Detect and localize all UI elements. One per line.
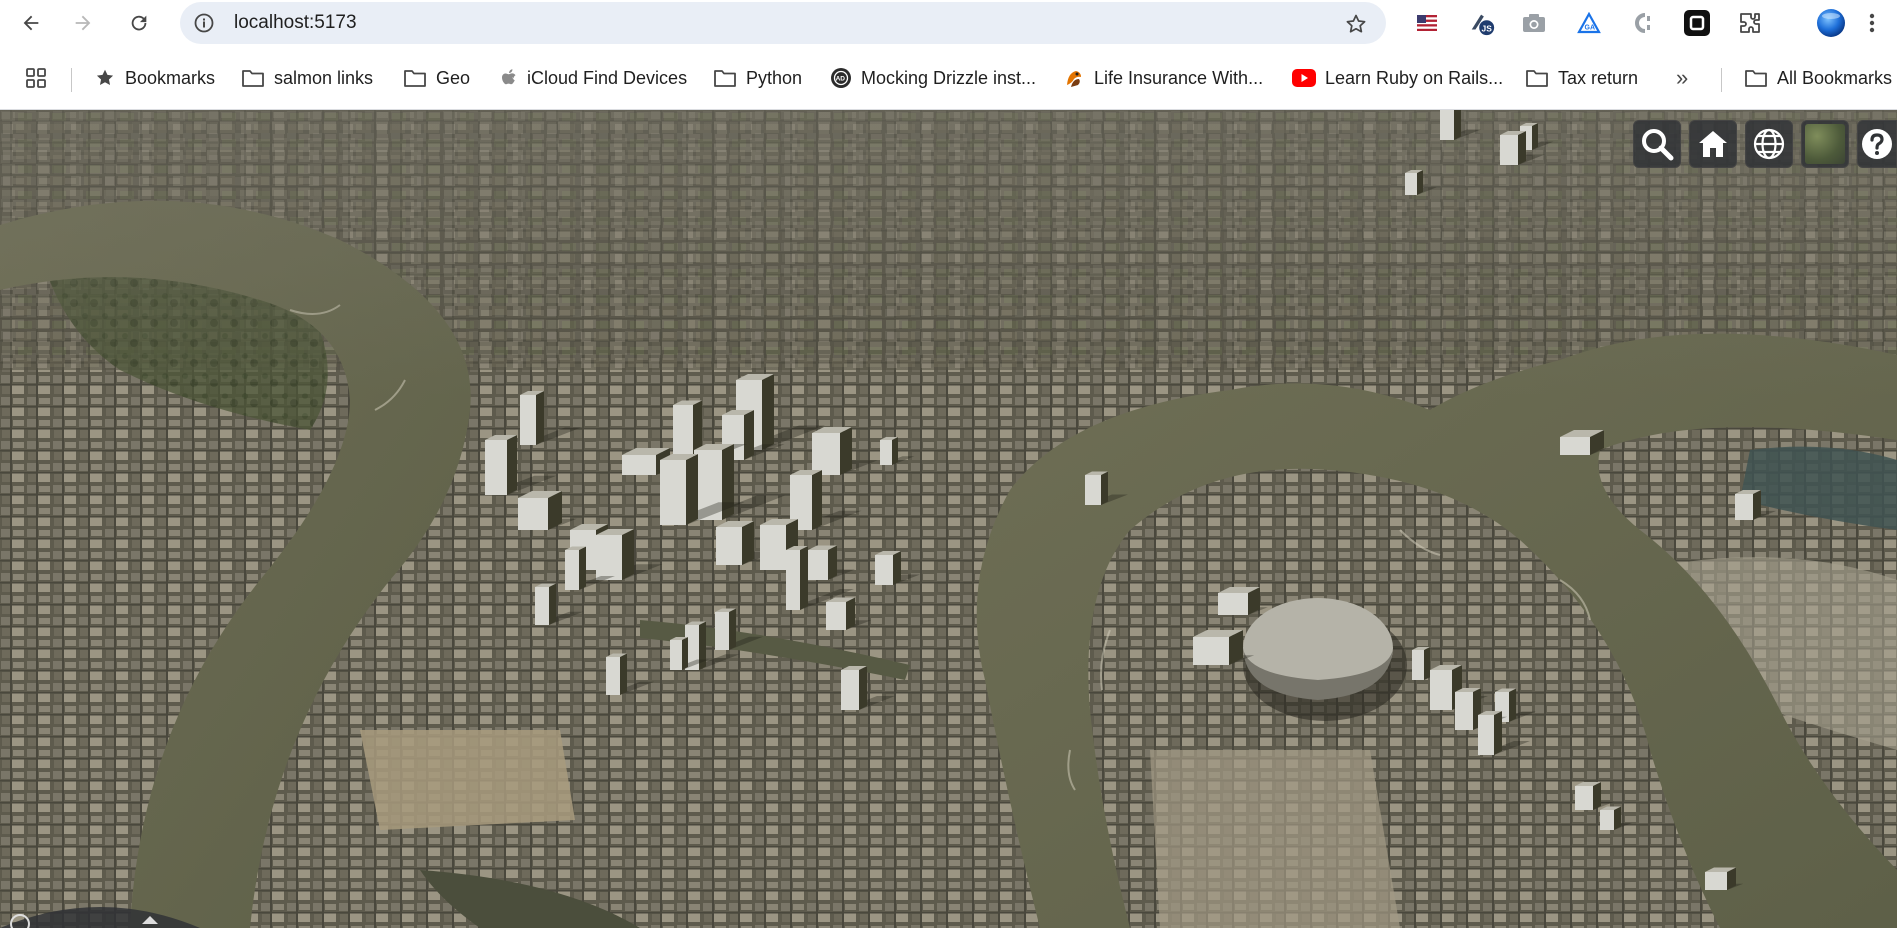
bookmarks-separator	[1721, 68, 1722, 92]
bookmark-life-insurance[interactable]: Life Insurance With...	[1063, 58, 1263, 98]
url-text[interactable]: localhost:5173	[234, 12, 357, 34]
help-button[interactable]	[1857, 120, 1897, 168]
bookmark-label: Life Insurance With...	[1094, 67, 1264, 88]
bookmark-geo[interactable]: Geo	[403, 58, 470, 98]
bookmark-label: Geo	[436, 67, 471, 88]
search-button[interactable]	[1633, 120, 1681, 168]
imagery-thumbnail	[1805, 124, 1845, 164]
flag-extension-icon[interactable]	[1413, 9, 1441, 37]
building	[1600, 806, 1632, 830]
bookmarks-separator	[71, 68, 72, 92]
browser-toolbar: localhost:5173 JS GA	[0, 0, 1897, 46]
folder-icon	[404, 70, 426, 87]
building	[826, 597, 872, 630]
folder-icon	[242, 70, 264, 87]
svg-text:JS: JS	[1482, 23, 1493, 33]
building	[841, 666, 895, 710]
overflow-chevron-icon: »	[1676, 65, 1689, 90]
bookmark-mocking-drizzle[interactable]: AD Mocking Drizzle inst...	[830, 58, 1036, 98]
forward-button[interactable]	[68, 8, 98, 38]
folder-icon	[1526, 70, 1548, 87]
building	[1705, 867, 1744, 890]
arrow-right-icon	[75, 15, 91, 31]
reload-button[interactable]	[124, 8, 154, 38]
reload-icon	[131, 15, 147, 31]
building	[1218, 587, 1268, 615]
site-icon: AD	[831, 68, 851, 88]
puzzle-icon[interactable]	[1736, 9, 1764, 37]
apple-icon	[502, 69, 516, 85]
folder-icon	[1745, 70, 1767, 87]
home-button[interactable]	[1689, 120, 1737, 168]
building	[1193, 630, 1255, 665]
js-extension-icon[interactable]: JS	[1468, 9, 1496, 37]
bookmark-label: Learn Ruby on Rails...	[1325, 67, 1504, 88]
scene-mode-button[interactable]	[1745, 120, 1793, 168]
bookmark-tax-return[interactable]: Tax return	[1525, 58, 1638, 98]
building	[1560, 430, 1607, 455]
bookmark-salmon-links[interactable]: salmon links	[241, 58, 373, 98]
more-menu-icon[interactable]	[1862, 9, 1882, 37]
bookmark-label: iCloud Find Devices	[527, 67, 688, 88]
star-icon	[96, 69, 114, 85]
c-extension-icon[interactable]	[1628, 9, 1656, 37]
bookmark-python[interactable]: Python	[713, 58, 802, 98]
building	[875, 551, 920, 585]
bookmark-learn-ruby-on-rails[interactable]: Learn Ruby on Rails...	[1292, 58, 1503, 98]
bookmark-label: Mocking Drizzle inst...	[861, 67, 1037, 88]
building	[606, 653, 655, 695]
site-info-icon[interactable]	[194, 13, 214, 33]
svg-text:AD: AD	[836, 76, 846, 83]
building	[596, 529, 663, 580]
youtube-icon	[1292, 69, 1316, 87]
bookmark-icloud-find-devices[interactable]: iCloud Find Devices	[500, 58, 687, 98]
building	[1500, 131, 1545, 165]
building	[1405, 170, 1437, 195]
map-viewport[interactable]	[0, 110, 1897, 928]
bookmarks-bar: Bookmarks salmon links Geo iCloud Find D…	[0, 58, 1897, 98]
bookmark-label: Bookmarks	[125, 67, 216, 88]
bookmark-label: Python	[746, 67, 803, 88]
address-bar[interactable]: localhost:5173	[180, 2, 1386, 44]
camera-extension-icon[interactable]	[1520, 9, 1548, 37]
question-icon	[1862, 129, 1892, 159]
globe-icon	[1753, 128, 1785, 160]
building	[518, 491, 577, 530]
building	[880, 437, 915, 465]
arrow-left-icon	[23, 15, 39, 31]
search-icon	[1642, 129, 1674, 161]
bookmark-label: Tax return	[1558, 67, 1639, 88]
folder-icon	[714, 70, 736, 87]
apps-grid-icon	[26, 68, 46, 88]
building	[812, 427, 878, 475]
building	[790, 470, 862, 530]
building	[1735, 490, 1777, 520]
bookmark-label: All Bookmarks	[1777, 67, 1893, 88]
building	[808, 545, 855, 580]
building	[1575, 782, 1615, 810]
svg-text:GA: GA	[1585, 25, 1596, 32]
back-button[interactable]	[16, 8, 46, 38]
map-toolbar	[1633, 120, 1897, 168]
square-extension-icon[interactable]	[1683, 9, 1711, 37]
site-icon	[1067, 71, 1081, 87]
building	[1440, 110, 1481, 140]
base-layer-picker[interactable]	[1801, 120, 1849, 168]
home-icon	[1699, 131, 1727, 157]
bookmark-star-icon[interactable]	[1344, 12, 1368, 36]
building-layer	[485, 110, 1777, 890]
building	[715, 608, 764, 650]
all-bookmarks-button[interactable]: All Bookmarks	[1744, 58, 1892, 98]
apps-button[interactable]	[24, 58, 48, 98]
bookmark-bookmarks[interactable]: Bookmarks	[94, 58, 215, 98]
profile-avatar[interactable]	[1815, 7, 1847, 39]
navigation-compass[interactable]	[0, 898, 200, 928]
triangle-extension-icon[interactable]: GA	[1575, 9, 1603, 37]
building	[520, 391, 581, 445]
bookmark-label: salmon links	[274, 67, 374, 88]
building	[1085, 471, 1128, 505]
bookmarks-overflow-button[interactable]: »	[1676, 58, 1688, 98]
